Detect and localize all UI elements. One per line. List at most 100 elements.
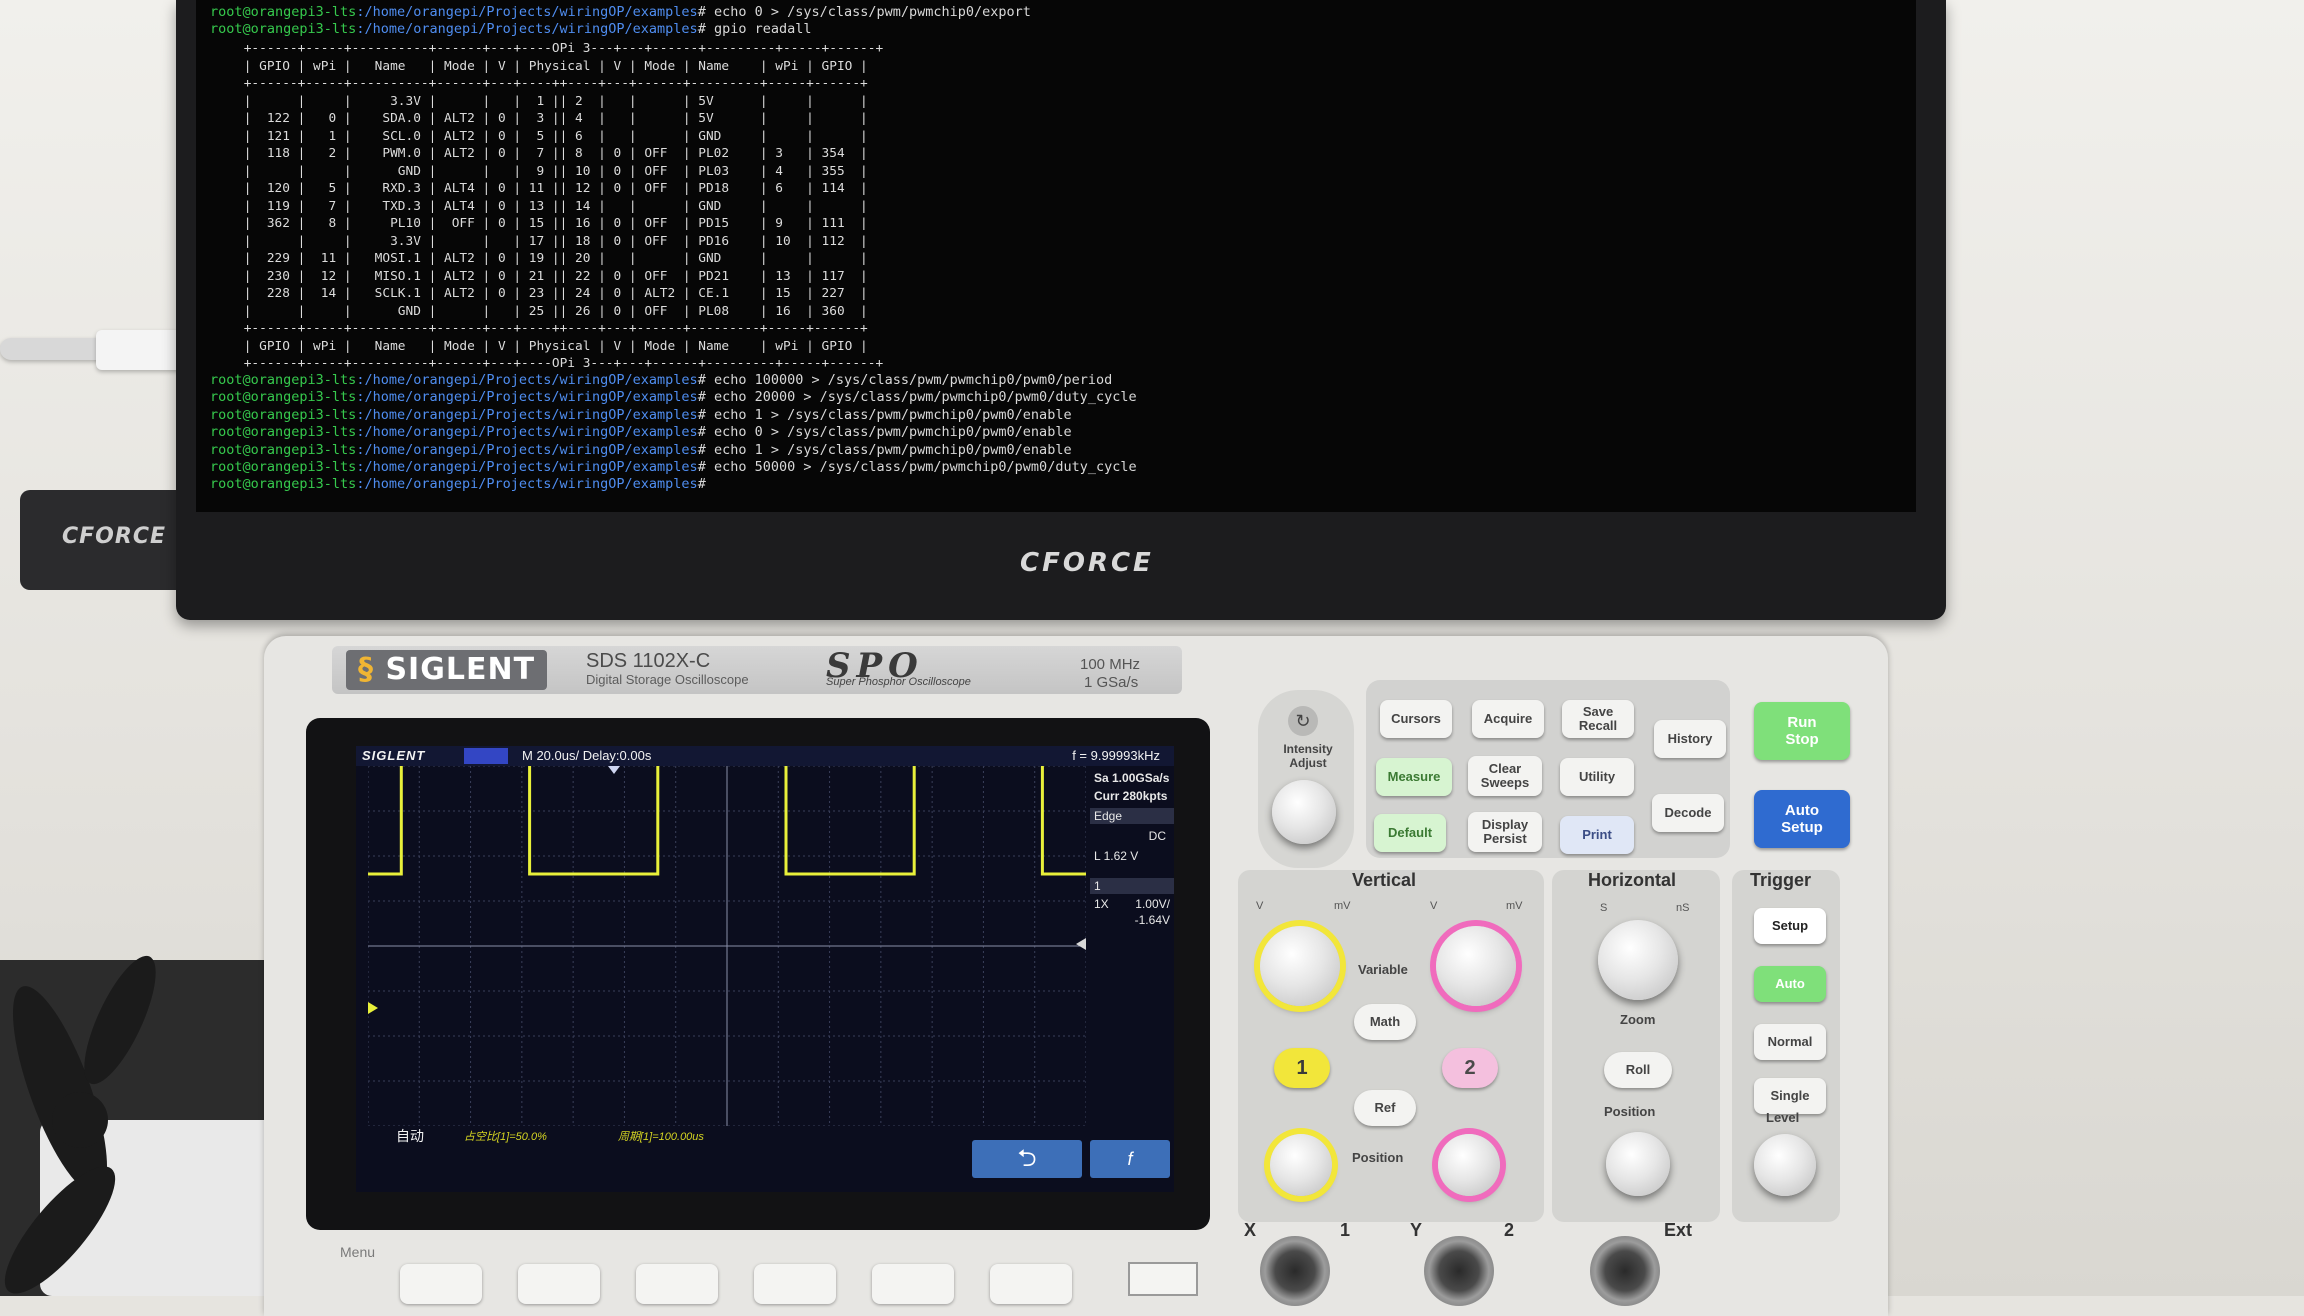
- function-icon[interactable]: f: [1090, 1140, 1170, 1178]
- mv-unit-right: mV: [1506, 900, 1523, 912]
- softkey-4-button[interactable]: [754, 1264, 836, 1304]
- ch1-volts-div-knob[interactable]: [1260, 926, 1340, 1006]
- readall-row: | GPIO | wPi | Name | Mode | V | Physica…: [236, 338, 868, 354]
- terminal-header-lines: root@orangepi3-lts:/home/orangepi/Projec…: [210, 4, 1890, 39]
- ch2-volts-div-knob[interactable]: [1436, 926, 1516, 1006]
- trigger-level-knob[interactable]: [1754, 1134, 1816, 1196]
- v-unit-left: V: [1256, 900, 1264, 912]
- readall-row: | | | 3.3V | | | 17 || 18 | 0 | OFF | PD…: [236, 233, 868, 249]
- decode-button[interactable]: Decode: [1652, 794, 1724, 832]
- intensity-label: Intensity Adjust: [1283, 742, 1333, 770]
- readall-row: | 228 | 14 | SCLK.1 | ALT2 | 0 | 23 || 2…: [236, 286, 868, 301]
- trigger-setup-button[interactable]: Setup: [1754, 908, 1826, 944]
- spec-bandwidth: 100 MHz: [1080, 656, 1141, 673]
- terminal-line: root@orangepi3-lts:/home/orangepi/Projec…: [210, 476, 714, 493]
- terminal-window[interactable]: root@orangepi3-lts:/home/orangepi/Projec…: [196, 0, 1916, 512]
- readall-row: +------+-----+----------+------+---+----…: [236, 356, 884, 371]
- clear-sweeps-button[interactable]: Clear Sweeps: [1468, 756, 1542, 796]
- ns-unit: nS: [1676, 902, 1690, 914]
- trigger-level-readout: L 1.62 V: [1094, 849, 1139, 863]
- grid-lines: [368, 766, 1086, 1126]
- intensity-icon: ↻: [1288, 706, 1318, 736]
- terminal-line: root@orangepi3-lts:/home/orangepi/Projec…: [210, 441, 1072, 458]
- readall-row: +------+-----+----------+------+---+----…: [236, 41, 884, 56]
- acquisition-status-badge: [464, 748, 508, 764]
- model-name: SDS 1102X-C: [586, 650, 711, 672]
- zoom-label: Zoom: [1620, 1012, 1656, 1027]
- terminal-command-history: root@orangepi3-lts:/home/orangepi/Projec…: [210, 372, 1890, 494]
- vertical-label: Vertical: [1352, 870, 1417, 890]
- x-input-number: 1: [1340, 1220, 1351, 1240]
- variable-label: Variable: [1358, 962, 1408, 977]
- ch1-scale-readout: 1.00V/: [1135, 897, 1170, 911]
- trigger-mode-readout: 自动: [396, 1128, 424, 1144]
- period-measurement: 周期[1]=100.00us: [618, 1131, 704, 1143]
- trigger-type-readout: Edge: [1090, 808, 1174, 824]
- measure-button[interactable]: Measure: [1376, 758, 1452, 796]
- softkey-5-button[interactable]: [872, 1264, 954, 1304]
- readall-row: | GPIO | wPi | Name | Mode | V | Physica…: [236, 58, 868, 74]
- trigger-label: Trigger: [1750, 870, 1812, 890]
- readall-row: +------+-----+----------+------+---+----…: [236, 76, 868, 91]
- terminal-line: root@orangepi3-lts:/home/orangepi/Projec…: [210, 424, 1072, 441]
- usb-c-plug: [96, 330, 186, 370]
- readall-row: +------+-----+----------+------+---+----…: [236, 321, 868, 336]
- readall-row: | 122 | 0 | SDA.0 | ALT2 | 0 | 3 || 4 | …: [236, 111, 868, 126]
- terminal-line: root@orangepi3-lts:/home/orangepi/Projec…: [210, 372, 1113, 388]
- terminal-line: root@orangepi3-lts:/home/orangepi/Projec…: [210, 21, 812, 38]
- trigger-auto-button[interactable]: Auto: [1754, 966, 1826, 1002]
- timebase-knob[interactable]: [1598, 920, 1678, 1000]
- terminal-line: root@orangepi3-lts:/home/orangepi/Projec…: [210, 389, 1137, 406]
- default-button[interactable]: Default: [1374, 814, 1446, 852]
- ch2-position-knob[interactable]: [1438, 1134, 1500, 1196]
- fan-icon: [4, 955, 156, 1294]
- gpio-readall-table: +------+-----+----------+------+---+----…: [236, 40, 1116, 373]
- back-icon[interactable]: ⮌: [972, 1140, 1082, 1178]
- auto-setup-button[interactable]: Auto Setup: [1754, 790, 1850, 848]
- y-input-number: 2: [1504, 1220, 1515, 1240]
- utility-button[interactable]: Utility: [1560, 758, 1634, 796]
- timebase-readout: M 20.0us/ Delay:0.00s: [522, 748, 652, 763]
- readall-row: | 121 | 1 | SCL.0 | ALT2 | 0 | 5 || 6 | …: [236, 128, 868, 144]
- readall-row: | | | GND | | | 25 || 26 | 0 | OFF | PL0…: [236, 303, 868, 319]
- mv-unit-left: mV: [1334, 900, 1351, 912]
- horizontal-position-knob[interactable]: [1606, 1132, 1670, 1196]
- model-subtitle: Digital Storage Oscilloscope: [586, 672, 749, 687]
- cursors-button[interactable]: Cursors: [1380, 700, 1452, 738]
- readall-row: | | | 3.3V | | | 1 || 2 | | | 5V | | |: [236, 93, 868, 109]
- readall-row: | 230 | 12 | MISO.1 | ALT2 | 0 | 21 || 2…: [236, 268, 868, 284]
- usb-stick-logo: CFORCE: [62, 524, 166, 549]
- ch1-position-knob[interactable]: [1270, 1134, 1332, 1196]
- ch1-button[interactable]: 1: [1274, 1048, 1330, 1088]
- terminal-line: root@orangepi3-lts:/home/orangepi/Projec…: [210, 458, 1137, 475]
- readall-row: | 118 | 2 | PWM.0 | ALT2 | 0 | 7 || 8 | …: [236, 146, 868, 161]
- ch2-button[interactable]: 2: [1442, 1048, 1498, 1088]
- print-button[interactable]: Print: [1560, 816, 1634, 854]
- ext-input-label: Ext: [1664, 1220, 1693, 1240]
- intensity-knob[interactable]: [1272, 780, 1336, 844]
- softkey-3-button[interactable]: [636, 1264, 718, 1304]
- roll-button[interactable]: Roll: [1604, 1052, 1672, 1088]
- duty-cycle-measurement: 占空比[1]=50.0%: [464, 1131, 547, 1143]
- run-stop-button[interactable]: Run Stop: [1754, 702, 1850, 760]
- frequency-readout: f = 9.99993kHz: [1072, 748, 1160, 763]
- sample-rate-readout: Sa 1.00GSa/s: [1094, 771, 1170, 785]
- history-button[interactable]: History: [1654, 720, 1726, 758]
- v-unit-right: V: [1430, 900, 1438, 912]
- menu-label: Menu: [340, 1244, 376, 1260]
- waveform-graticule: [368, 766, 1086, 1126]
- math-button[interactable]: Math: [1354, 1004, 1416, 1040]
- usb-port[interactable]: [1128, 1262, 1198, 1296]
- save-recall-button[interactable]: Save Recall: [1562, 700, 1634, 738]
- x-input-label: X: [1244, 1220, 1257, 1240]
- softkey-6-button[interactable]: [990, 1264, 1072, 1304]
- softkey-1-button[interactable]: [400, 1264, 482, 1304]
- softkey-2-button[interactable]: [518, 1264, 600, 1304]
- siglent-swirl-icon: §: [358, 652, 386, 687]
- display-persist-button[interactable]: Display Persist: [1468, 812, 1542, 852]
- ref-button[interactable]: Ref: [1354, 1090, 1416, 1126]
- y-input-label: Y: [1410, 1220, 1423, 1240]
- acquire-button[interactable]: Acquire: [1472, 700, 1544, 738]
- trigger-normal-button[interactable]: Normal: [1754, 1024, 1826, 1060]
- trigger-single-button[interactable]: Single: [1754, 1078, 1826, 1114]
